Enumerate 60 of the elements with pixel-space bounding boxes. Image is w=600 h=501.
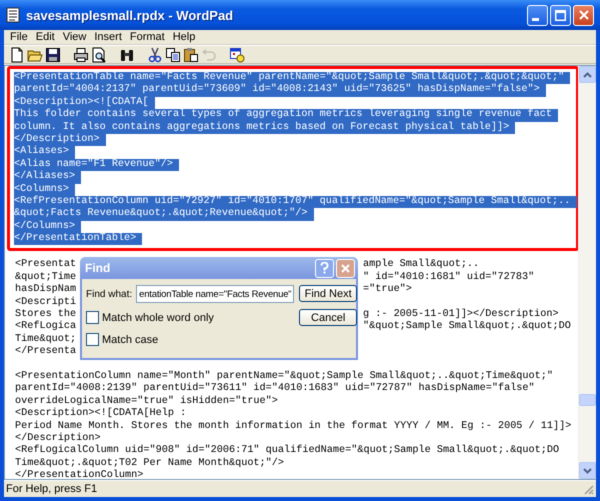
code-line: &quot;Time — [15, 272, 76, 284]
menu-item[interactable]: Format — [126, 31, 169, 43]
minimize-button[interactable] — [527, 4, 548, 26]
checkbox[interactable] — [86, 333, 99, 346]
code-line: <Description><![CDATA[Help : — [15, 408, 186, 420]
code-line: " id="4010:1681" uid="72783" — [363, 272, 534, 284]
code-line: Period Name Month. Stores the month information in the format YYYY / MM. Eg :- 2005 / 11]]> — [15, 420, 572, 432]
checkbox-label: Match case — [102, 334, 158, 346]
scissors-icon[interactable] — [147, 46, 163, 62]
calendar-clock-icon[interactable] — [229, 46, 245, 62]
code-line: Time&quot;.&quot;T02 Per Name Month&quot;"/> — [15, 458, 284, 470]
code-line: <PresentationColumn name="Month" parentName="&quot;Sample Small&quot;..&quot;Time&quot;" — [15, 370, 553, 382]
window-title: savesamplesmall.rpdx - WordPad — [26, 8, 234, 22]
menu-item[interactable]: Insert — [90, 31, 126, 43]
code-line: </PresentationColumn> — [15, 470, 144, 479]
code-line: ample Small&quot;.. — [363, 259, 480, 272]
minimize-icon — [532, 18, 539, 20]
code-line: Time&quot; — [15, 334, 76, 346]
scrollbar[interactable] — [578, 66, 596, 479]
question-mark-icon — [320, 262, 329, 274]
scroll-thumb[interactable] — [579, 394, 596, 406]
close-button[interactable] — [573, 4, 594, 26]
maximize-icon — [555, 10, 566, 20]
code-line: </Description> — [15, 432, 101, 444]
dialog-title: Find — [85, 261, 112, 275]
code-line: Stores the — [15, 309, 76, 320]
print-preview-icon[interactable] — [91, 46, 107, 62]
document-icon — [6, 7, 20, 23]
code-line: <Presentat — [15, 259, 76, 272]
printer-icon[interactable] — [73, 46, 89, 62]
clipboard-icon[interactable] — [183, 46, 199, 62]
maximize-button[interactable] — [550, 4, 571, 26]
close-icon — [578, 10, 588, 20]
code-line: "&quot;Sample Small&quot;.&quot;DO — [363, 321, 571, 334]
copy-icon[interactable] — [165, 46, 181, 62]
checkbox[interactable] — [86, 311, 99, 324]
resize-grip-icon[interactable] — [583, 484, 594, 494]
code-line: ="true"> — [363, 284, 412, 297]
scroll-up-icon[interactable] — [583, 72, 592, 78]
code-line: overrideLogicalName="true" isHidden="true"> — [15, 396, 278, 408]
close-icon — [340, 262, 351, 274]
menu-item[interactable]: Help — [168, 31, 200, 43]
field-label: Find what: — [86, 288, 132, 300]
new-document-icon[interactable] — [9, 46, 25, 62]
code-line: <Descripti — [15, 296, 76, 308]
code-line: <RefLogica — [15, 321, 76, 334]
code-line: </Presenta — [15, 346, 76, 359]
cancel-button[interactable]: Cancel — [299, 309, 358, 326]
scroll-down-icon[interactable] — [583, 468, 592, 474]
menu-item[interactable]: Edit — [32, 31, 59, 43]
menu-item[interactable]: File — [6, 31, 32, 43]
code-line: <RefLogicalColumn uid="908" id="2006:71" qualifiedName="&quot;Sample Small&quot;.&quot;DO — [15, 445, 560, 458]
code-line: hasDispNam — [15, 284, 76, 296]
find-next-button[interactable]: Find Next — [299, 285, 358, 302]
checkbox-label: Match whole word only — [102, 312, 214, 324]
code-line: parentId="4008:2139" parentUid="73611" id="4010:1683" uid="72787" hasDispName="false" — [15, 383, 535, 396]
status-text: For Help, press F1 — [6, 483, 98, 495]
code-line: g :- 2005-11-01]]></Description> — [363, 309, 559, 320]
find-what-field[interactable]: entationTable name="Facts Revenue" — [136, 285, 294, 303]
menu-item[interactable]: View — [58, 31, 90, 43]
